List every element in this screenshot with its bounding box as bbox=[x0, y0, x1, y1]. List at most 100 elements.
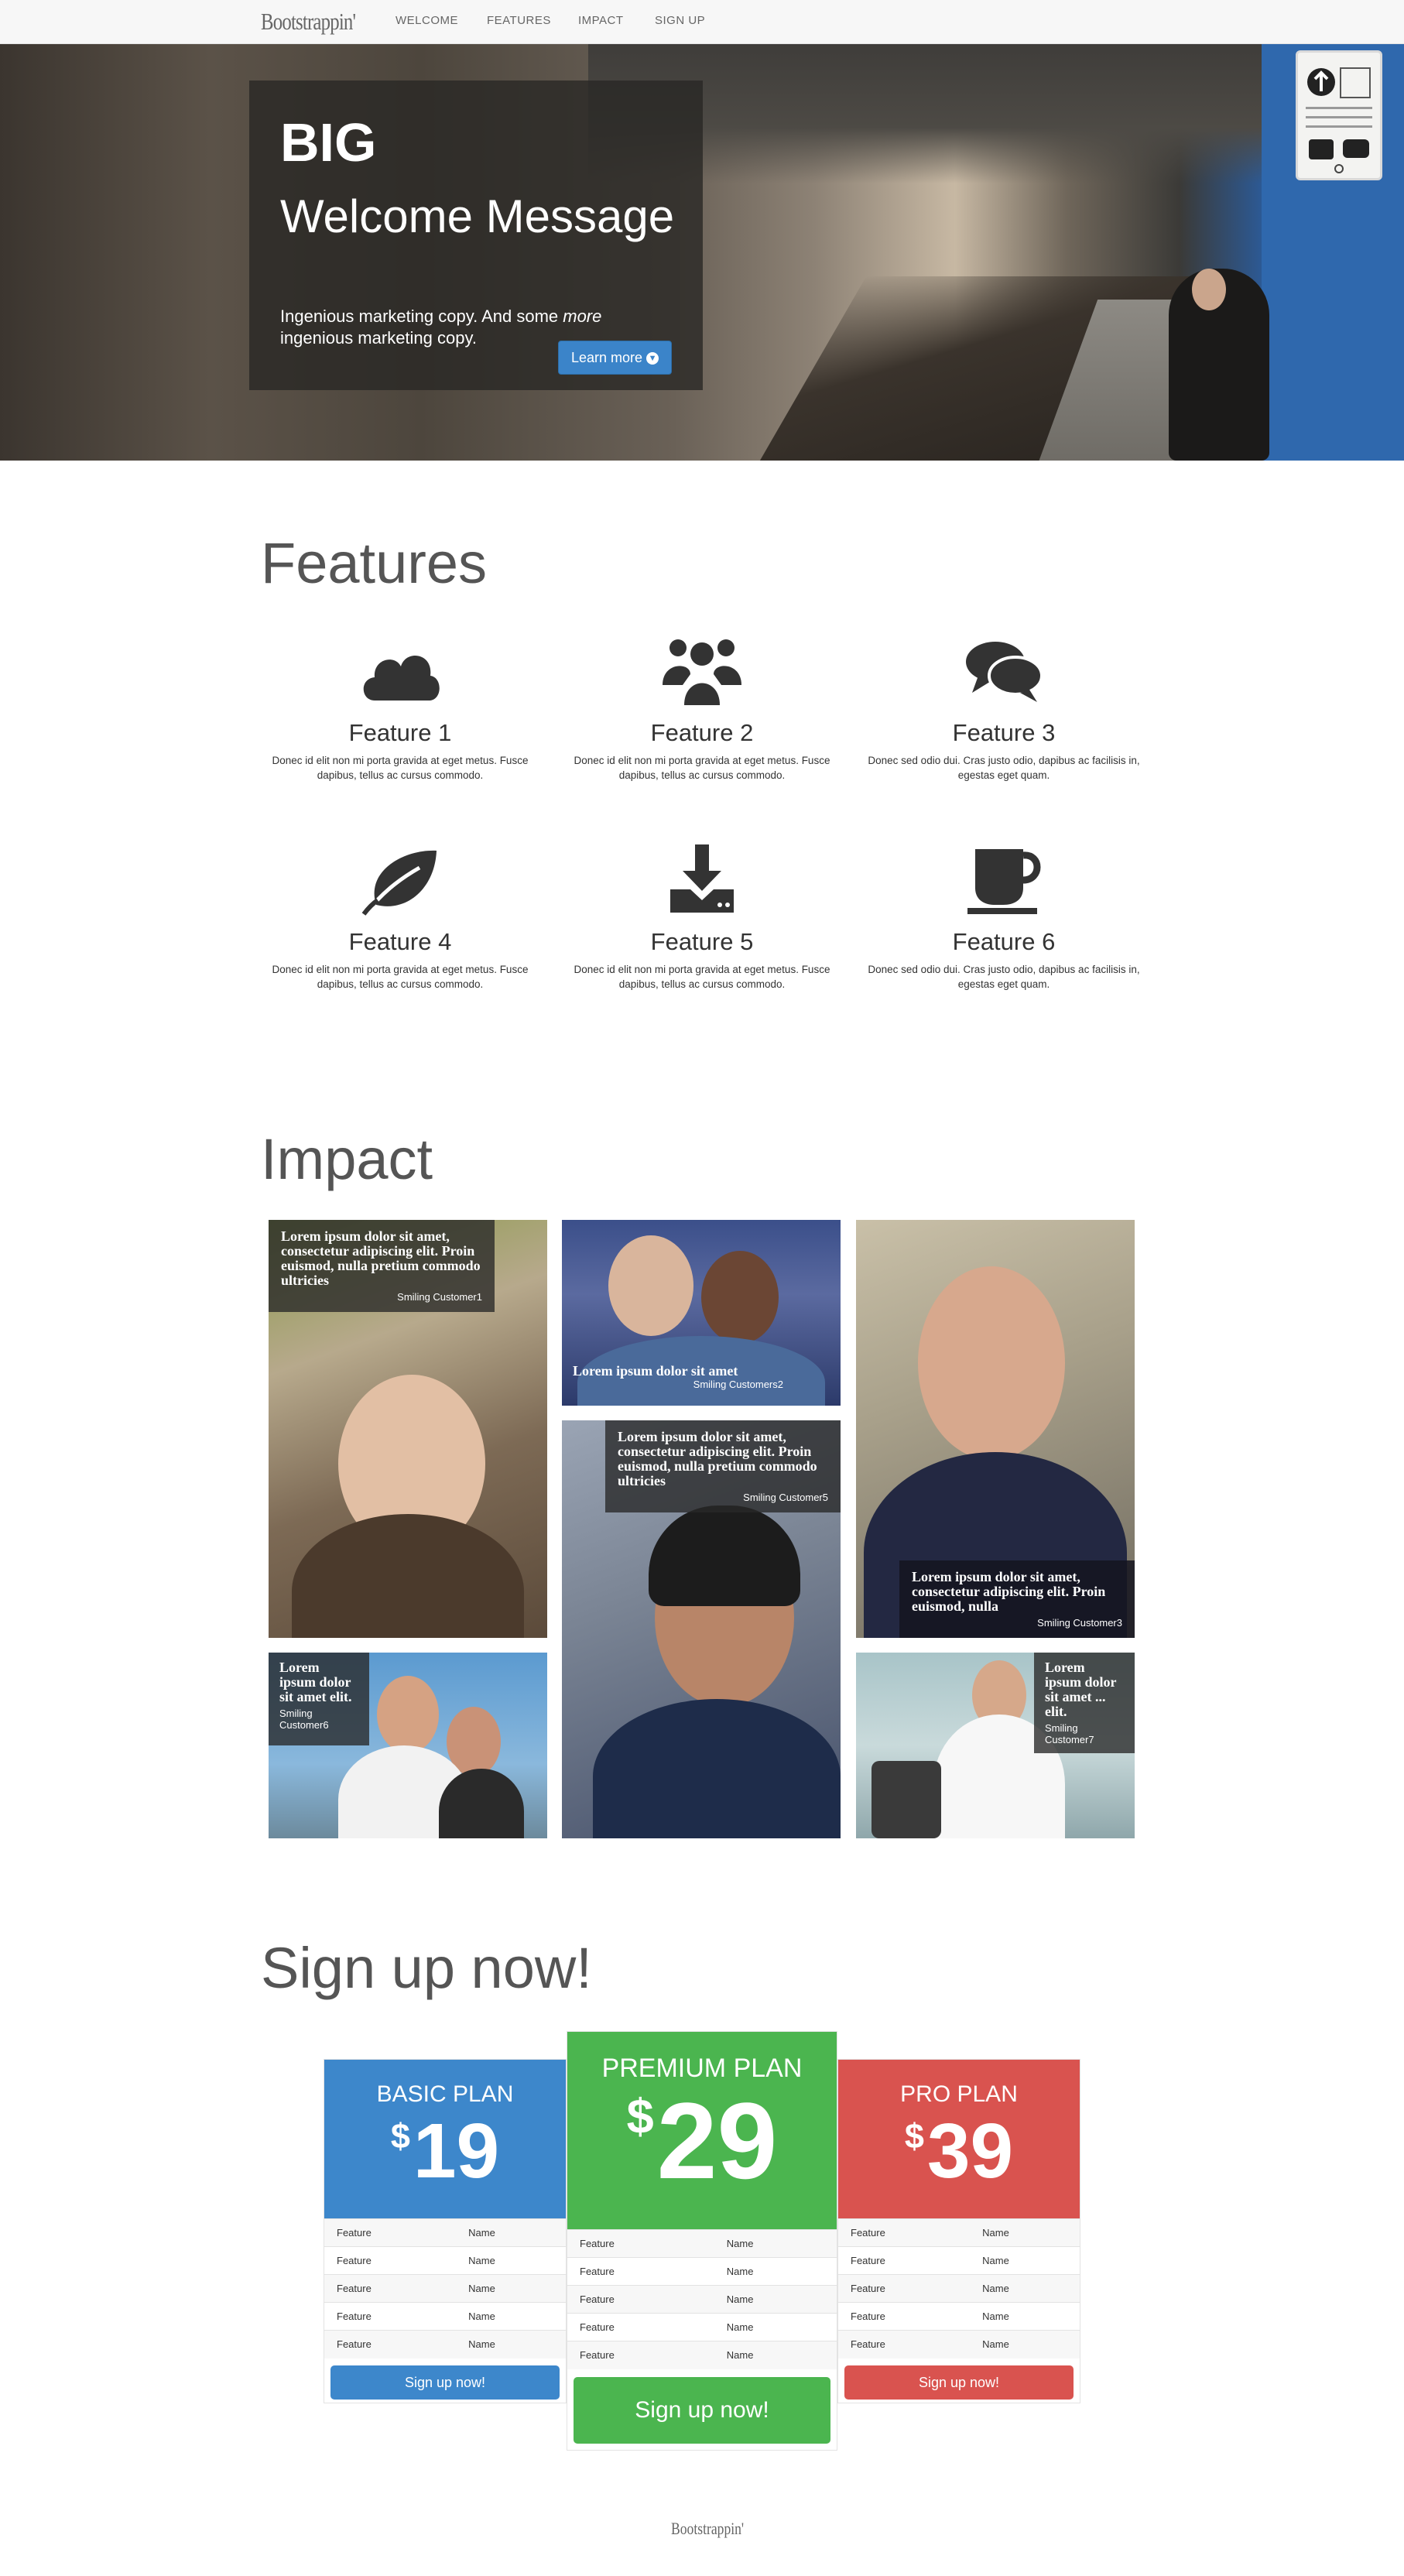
table-row: Feature Name bbox=[567, 2313, 837, 2341]
row-label: Feature bbox=[324, 2246, 457, 2275]
hero-copy-part2: ingenious marketing copy. bbox=[280, 328, 477, 348]
row-label: Feature bbox=[567, 2229, 714, 2258]
signup-title: Sign up now! bbox=[261, 1936, 592, 2000]
plan-header: BASIC PLAN $19 bbox=[324, 2060, 566, 2218]
caption-name: Smiling Customer3 bbox=[1037, 1617, 1122, 1629]
row-label: Feature bbox=[838, 2218, 971, 2247]
brand-logo[interactable]: Bootstrappin' bbox=[261, 8, 356, 36]
plan-currency: $ bbox=[390, 2116, 410, 2156]
row-label: Feature bbox=[324, 2218, 457, 2247]
signup-button-basic[interactable]: Sign up now! bbox=[330, 2365, 560, 2400]
caption-name: Smiling Customer5 bbox=[743, 1492, 828, 1503]
table-row: Feature Name bbox=[838, 2246, 1080, 2275]
coffee-icon bbox=[967, 849, 1041, 914]
row-label: Feature bbox=[567, 2313, 714, 2341]
feature-title: Feature 5 bbox=[650, 928, 754, 955]
feature-title: Feature 1 bbox=[348, 719, 452, 746]
caption-text: Lorem ipsum dolor sit amet, consectetur … bbox=[281, 1228, 481, 1288]
table-row: Feature Name bbox=[838, 2330, 1080, 2358]
photo-chair bbox=[872, 1761, 941, 1838]
nav-link-welcome[interactable]: WELCOME bbox=[396, 14, 458, 27]
learn-more-button[interactable]: Learn more ▼ bbox=[558, 341, 672, 375]
photo-face bbox=[918, 1266, 1065, 1460]
feature-title: Feature 4 bbox=[348, 928, 452, 955]
footer-brand[interactable]: Bootstrappin' bbox=[671, 2519, 744, 2539]
impact-photo-3[interactable]: Lorem ipsum dolor sit amet, consectetur … bbox=[856, 1220, 1135, 1638]
plan-name: PRO PLAN bbox=[900, 2081, 1018, 2107]
impact-title: Impact bbox=[261, 1127, 433, 1191]
photo-face bbox=[377, 1676, 439, 1753]
row-value: Name bbox=[714, 2313, 837, 2341]
row-value: Name bbox=[970, 2274, 1080, 2303]
nav-link-sign-up[interactable]: SIGN UP bbox=[655, 14, 705, 27]
photo-body bbox=[593, 1699, 841, 1838]
row-label: Feature bbox=[838, 2274, 971, 2303]
caption-name: Smiling Customer7 bbox=[1045, 1722, 1094, 1745]
plan-price-value: 19 bbox=[413, 2108, 500, 2194]
impact-caption: Lorem ipsum dolor sit amet ... elit. Smi… bbox=[1034, 1653, 1135, 1753]
impact-photo-6[interactable]: Lorem ipsum dolor sit amet elit. Smiling… bbox=[269, 1653, 547, 1838]
feature-card-2: Feature 2 Donec id elit non mi porta gra… bbox=[563, 631, 841, 783]
row-value: Name bbox=[970, 2246, 1080, 2275]
plan-feature-table: Feature Name Feature Name Feature Name Feat… bbox=[567, 2229, 837, 2369]
table-row: Feature Name bbox=[838, 2218, 1080, 2247]
learn-more-label: Learn more bbox=[570, 350, 643, 365]
hero-section: BIG Welcome Message Ingenious marketing … bbox=[0, 44, 1404, 461]
caption-text: Lorem ipsum dolor sit amet bbox=[573, 1363, 738, 1379]
feature-desc: Donec id elit non mi porta gravida at eg… bbox=[574, 964, 830, 990]
hero-bg-sign bbox=[1296, 50, 1382, 180]
row-value: Name bbox=[456, 2246, 566, 2275]
nav-link-impact[interactable]: IMPACT bbox=[578, 14, 624, 27]
table-row: Feature Name bbox=[324, 2274, 566, 2303]
download-icon bbox=[670, 844, 734, 913]
hero-copy-emphasis: more bbox=[563, 307, 602, 326]
caption-text: Lorem ipsum dolor sit amet ... elit. bbox=[1045, 1660, 1117, 1719]
row-label: Feature bbox=[324, 2302, 457, 2331]
signup-button-pro[interactable]: Sign up now! bbox=[844, 2365, 1074, 2400]
table-row: Feature Name bbox=[567, 2341, 837, 2369]
feature-desc: Donec sed odio dui. Cras justo odio, dap… bbox=[868, 755, 1140, 781]
table-row: Feature Name bbox=[324, 2246, 566, 2275]
plan-feature-table: Feature Name Feature Name Feature Name Feat… bbox=[838, 2218, 1080, 2358]
group-icon bbox=[663, 639, 741, 705]
plan-price: $19 bbox=[324, 2112, 566, 2190]
table-row: Feature Name bbox=[324, 2218, 566, 2247]
feature-title: Feature 2 bbox=[650, 719, 754, 746]
feature-card-4: Feature 4 Donec id elit non mi porta gra… bbox=[261, 840, 539, 992]
features-title: Features bbox=[261, 531, 488, 595]
table-row: Feature Name bbox=[324, 2302, 566, 2331]
impact-caption: Lorem ipsum dolor sit amet elit. Smiling… bbox=[269, 1653, 369, 1745]
signup-button-premium[interactable]: Sign up now! bbox=[574, 2377, 830, 2444]
plan-currency: $ bbox=[904, 2116, 924, 2156]
leaf-icon bbox=[361, 850, 437, 916]
plan-price: $39 bbox=[838, 2112, 1080, 2190]
row-label: Feature bbox=[838, 2330, 971, 2358]
row-value: Name bbox=[714, 2341, 837, 2369]
row-label: Feature bbox=[567, 2341, 714, 2369]
plan-price-value: 29 bbox=[656, 2080, 778, 2201]
hero-bg-face bbox=[1192, 269, 1226, 310]
feature-title: Feature 6 bbox=[952, 928, 1056, 955]
row-label: Feature bbox=[567, 2257, 714, 2286]
row-value: Name bbox=[714, 2229, 837, 2258]
impact-photo-7[interactable]: Lorem ipsum dolor sit amet ... elit. Smi… bbox=[856, 1653, 1135, 1838]
row-value: Name bbox=[714, 2257, 837, 2286]
impact-photo-1[interactable]: Lorem ipsum dolor sit amet, consectetur … bbox=[269, 1220, 547, 1638]
feature-card-6: Feature 6 Donec sed odio dui. Cras justo… bbox=[865, 840, 1143, 992]
plan-currency: $ bbox=[626, 2090, 654, 2144]
impact-caption: Lorem ipsum dolor sit amet, consectetur … bbox=[605, 1420, 841, 1512]
plan-header: PREMIUM PLAN $29 bbox=[567, 2032, 837, 2229]
feature-title: Feature 3 bbox=[952, 719, 1056, 746]
pricing-card-basic: BASIC PLAN $19 Feature Name Feature Name F… bbox=[324, 2059, 567, 2403]
impact-photo-5[interactable]: Lorem ipsum dolor sit amet, consectetur … bbox=[562, 1420, 841, 1838]
caption-name: Smiling Customer1 bbox=[397, 1291, 482, 1303]
caption-text: Lorem ipsum dolor sit amet, consectetur … bbox=[618, 1429, 817, 1488]
plan-header: PRO PLAN $39 bbox=[838, 2060, 1080, 2218]
impact-photo-2[interactable]: Lorem ipsum dolor sit amet Smiling Custo… bbox=[562, 1220, 841, 1406]
row-value: Name bbox=[970, 2218, 1080, 2247]
caption-text: Lorem ipsum dolor sit amet, consectetur … bbox=[912, 1569, 1106, 1614]
feature-desc: Donec sed odio dui. Cras justo odio, dap… bbox=[868, 964, 1140, 990]
table-row: Feature Name bbox=[567, 2229, 837, 2258]
caption-name: Smiling Customer6 bbox=[279, 1708, 329, 1731]
nav-link-features[interactable]: FEATURES bbox=[487, 14, 551, 27]
